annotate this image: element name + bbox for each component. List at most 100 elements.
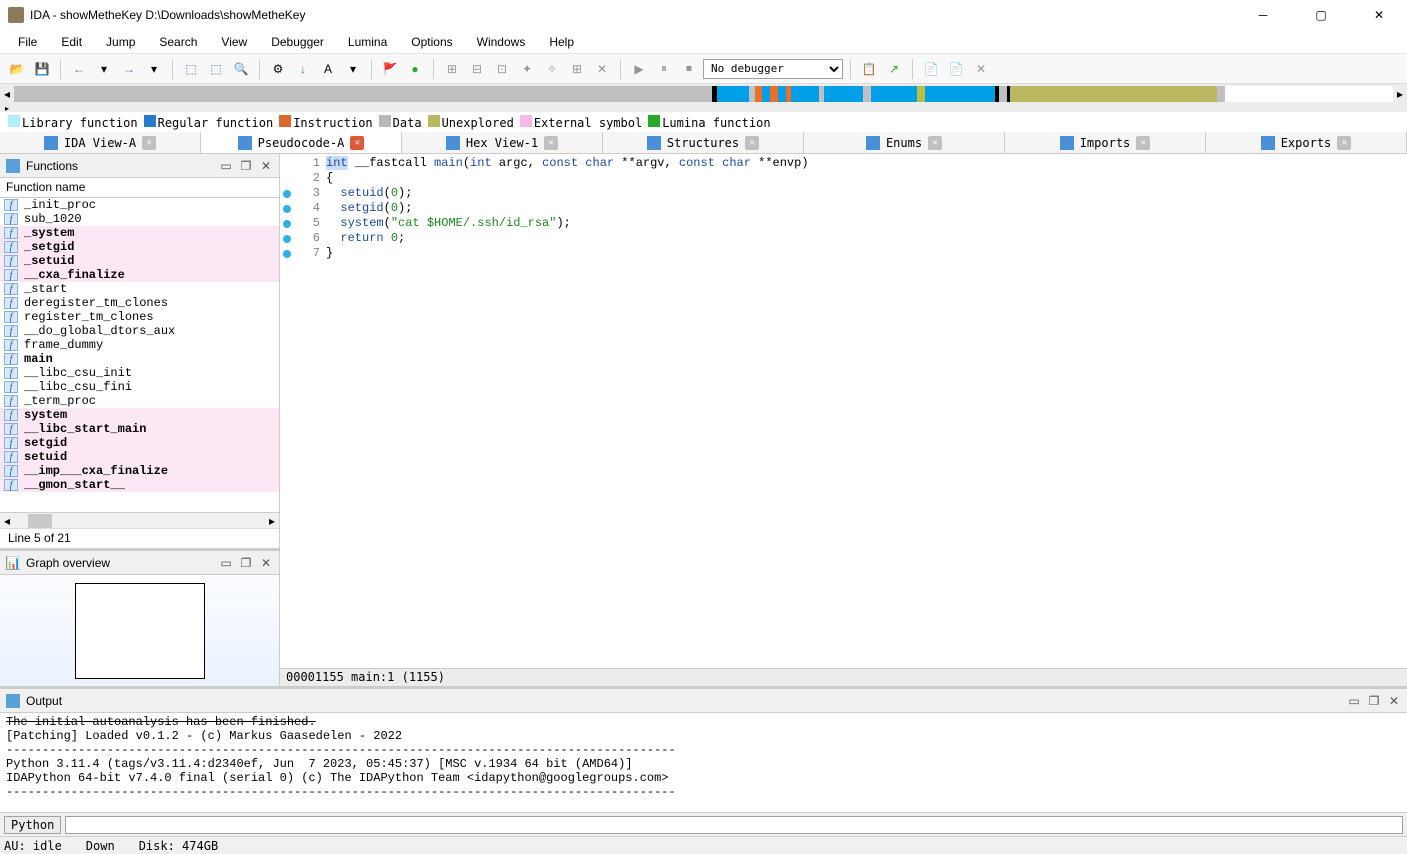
python-input[interactable] (65, 816, 1403, 834)
popout-icon[interactable]: ❐ (1367, 694, 1381, 708)
tab-close-icon[interactable]: ✕ (1337, 136, 1351, 150)
forward-icon[interactable]: → (118, 58, 140, 80)
code-line[interactable]: int __fastcall main(int argc, const char… (326, 156, 1405, 171)
minimize-button[interactable]: ─ (1243, 1, 1283, 29)
tab-imports[interactable]: Imports✕ (1005, 132, 1206, 153)
close-button[interactable]: ✕ (1359, 1, 1399, 29)
close-icon[interactable]: ✕ (259, 159, 273, 173)
tool-icon[interactable]: ⊡ (491, 58, 513, 80)
nav-strip[interactable] (14, 86, 1393, 102)
functions-column-header[interactable]: Function name (0, 178, 279, 198)
tab-enums[interactable]: Enums✕ (804, 132, 1005, 153)
restore-icon[interactable]: ▭ (219, 159, 233, 173)
close-icon[interactable]: ✕ (1387, 694, 1401, 708)
graph-overview-body[interactable] (0, 575, 279, 686)
code-line[interactable]: system("cat $HOME/.ssh/id_rsa"); (326, 216, 1405, 231)
function-row[interactable]: f_init_proc (0, 198, 279, 212)
search-icon[interactable]: 🔍 (230, 58, 252, 80)
tab-ida-view-a[interactable]: IDA View-A✕ (0, 132, 201, 153)
function-row[interactable]: f__libc_start_main (0, 422, 279, 436)
down-icon[interactable]: ↓ (292, 58, 314, 80)
function-row[interactable]: fsystem (0, 408, 279, 422)
popout-icon[interactable]: ❐ (239, 159, 253, 173)
restore-icon[interactable]: ▭ (219, 556, 233, 570)
function-row[interactable]: fsetgid (0, 436, 279, 450)
tab-close-icon[interactable]: ✕ (142, 136, 156, 150)
breakpoint-dot[interactable] (283, 235, 291, 243)
tab-close-icon[interactable]: ✕ (745, 136, 759, 150)
stop-icon[interactable]: ⏹ (678, 58, 700, 80)
tool-icon[interactable]: ⬚ (180, 58, 202, 80)
function-row[interactable]: fderegister_tm_clones (0, 296, 279, 310)
tool-icon[interactable]: ✦ (516, 58, 538, 80)
horizontal-scrollbar[interactable]: ◂▸ (0, 512, 279, 528)
open-icon[interactable]: 📂 (6, 58, 28, 80)
popout-icon[interactable]: ❐ (239, 556, 253, 570)
tool-icon[interactable]: ⊞ (566, 58, 588, 80)
save-icon[interactable]: 💾 (31, 58, 53, 80)
tool-icon[interactable]: 📋 (858, 58, 880, 80)
functions-list[interactable]: f_init_procfsub_1020f_systemf_setgidf_se… (0, 198, 279, 512)
delete-icon[interactable]: ✕ (591, 58, 613, 80)
tool-icon[interactable]: ⚙ (267, 58, 289, 80)
dropdown-icon[interactable]: ▾ (342, 58, 364, 80)
function-row[interactable]: fmain (0, 352, 279, 366)
maximize-button[interactable]: ▢ (1301, 1, 1341, 29)
tab-close-icon[interactable]: ✕ (350, 136, 364, 150)
breakpoint-dot[interactable] (283, 190, 291, 198)
tool-icon[interactable]: 📄 (920, 58, 942, 80)
function-row[interactable]: f__cxa_finalize (0, 268, 279, 282)
function-row[interactable]: fframe_dummy (0, 338, 279, 352)
code-line[interactable]: setgid(0); (326, 201, 1405, 216)
menu-view[interactable]: View (211, 33, 257, 51)
tab-exports[interactable]: Exports✕ (1206, 132, 1407, 153)
close-icon[interactable]: ✕ (259, 556, 273, 570)
function-row[interactable]: f_term_proc (0, 394, 279, 408)
menu-help[interactable]: Help (539, 33, 584, 51)
tool-icon[interactable]: ↗ (883, 58, 905, 80)
breakpoint-dot[interactable] (283, 205, 291, 213)
python-label[interactable]: Python (4, 816, 61, 834)
function-row[interactable]: f__gmon_start__ (0, 478, 279, 492)
function-row[interactable]: f_setgid (0, 240, 279, 254)
function-row[interactable]: fsetuid (0, 450, 279, 464)
function-row[interactable]: f__libc_csu_init (0, 366, 279, 380)
menu-options[interactable]: Options (401, 33, 462, 51)
function-row[interactable]: f__libc_csu_fini (0, 380, 279, 394)
function-row[interactable]: f__do_global_dtors_aux (0, 324, 279, 338)
code-line[interactable]: return 0; (326, 231, 1405, 246)
function-row[interactable]: f_start (0, 282, 279, 296)
tool-icon[interactable]: ⊞ (441, 58, 463, 80)
breakpoint-dot[interactable] (283, 250, 291, 258)
record-icon[interactable]: ● (404, 58, 426, 80)
pause-icon[interactable]: ⏸ (653, 58, 675, 80)
function-row[interactable]: f_setuid (0, 254, 279, 268)
menu-search[interactable]: Search (149, 33, 207, 51)
tool-icon[interactable]: ✧ (541, 58, 563, 80)
debugger-select[interactable]: No debugger (703, 59, 843, 79)
flag-icon[interactable]: 🚩 (379, 58, 401, 80)
output-text[interactable]: The initial autoanalysis has been finish… (0, 713, 1407, 812)
menu-edit[interactable]: Edit (51, 33, 92, 51)
dropdown-icon[interactable]: ▾ (93, 58, 115, 80)
code-line[interactable]: { (326, 171, 1405, 186)
menu-lumina[interactable]: Lumina (338, 33, 397, 51)
tool-icon[interactable]: ⬚ (205, 58, 227, 80)
function-row[interactable]: fsub_1020 (0, 212, 279, 226)
code-line[interactable]: } (326, 246, 1405, 261)
play-icon[interactable]: ▶ (628, 58, 650, 80)
tab-pseudocode-a[interactable]: Pseudocode-A✕ (201, 132, 402, 153)
tab-close-icon[interactable]: ✕ (544, 136, 558, 150)
menu-file[interactable]: File (8, 33, 47, 51)
function-row[interactable]: f_system (0, 226, 279, 240)
breakpoint-dot[interactable] (283, 220, 291, 228)
nav-right-icon[interactable]: ▸ (1393, 87, 1407, 101)
menu-windows[interactable]: Windows (467, 33, 536, 51)
tab-structures[interactable]: Structures✕ (603, 132, 804, 153)
pseudocode-view[interactable]: 1234567 int __fastcall main(int argc, co… (280, 154, 1407, 668)
tab-hex-view-1[interactable]: Hex View-1✕ (402, 132, 603, 153)
function-row[interactable]: fregister_tm_clones (0, 310, 279, 324)
tool-icon[interactable]: ✕ (970, 58, 992, 80)
tab-close-icon[interactable]: ✕ (928, 136, 942, 150)
dropdown-icon[interactable]: ▾ (143, 58, 165, 80)
